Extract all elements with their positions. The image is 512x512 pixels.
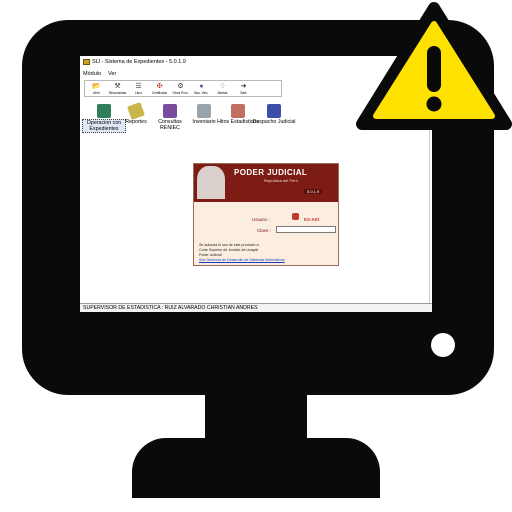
toolbar: 📂 Abrir ⚒ Reconsultas ☰ Libro ✠ Certific… bbox=[84, 80, 282, 97]
palace-of-justice-icon bbox=[197, 166, 225, 199]
monitor-stand-base bbox=[132, 438, 380, 498]
module-label: Inventario bbox=[192, 119, 216, 125]
toolbar-bus-vinc-button[interactable]: ● Bus. Vinc. bbox=[193, 83, 210, 95]
login-title: PODER JUDICIAL bbox=[234, 168, 308, 177]
inventario-icon bbox=[197, 104, 211, 118]
toolbar-abrir-button[interactable]: 📂 Abrir bbox=[88, 83, 105, 95]
power-indicator-icon bbox=[431, 333, 455, 357]
module-label: Despacho Judicial bbox=[252, 119, 296, 125]
toolbar-label: Certificado bbox=[151, 91, 168, 95]
warning-triangle-icon bbox=[356, 2, 512, 130]
expedientes-icon bbox=[97, 104, 111, 118]
toolbar-label: Salir bbox=[240, 91, 247, 95]
window-title: SIJ - Sistema de Expedientes - 5.0.1.9 bbox=[92, 59, 186, 65]
login-version: 5.0.1.9 bbox=[304, 189, 323, 194]
login-banner: PODER JUDICIAL República del Perú 5.0.1.… bbox=[194, 164, 338, 202]
login-dialog: PODER JUDICIAL República del Perú 5.0.1.… bbox=[193, 163, 339, 266]
certificate-icon: ✠ bbox=[156, 83, 163, 90]
toolbar-label: Alertas bbox=[217, 91, 228, 95]
bell-icon: ♢ bbox=[219, 83, 226, 90]
despacho-icon bbox=[267, 104, 281, 118]
exit-icon: ➜ bbox=[240, 83, 247, 90]
usuario-value[interactable]: ES-AIO bbox=[304, 217, 320, 222]
book-icon: ☰ bbox=[135, 83, 142, 90]
toolbar-reconsultas-button[interactable]: ⚒ Reconsultas bbox=[108, 83, 127, 95]
toolbar-label: Abrir bbox=[93, 91, 100, 95]
toolbar-label: Libro bbox=[134, 91, 143, 95]
monitor-stand-neck bbox=[205, 390, 307, 442]
clave-label: Clave : bbox=[257, 228, 272, 233]
process-icon: ⚙ bbox=[177, 83, 184, 90]
hitos-icon bbox=[231, 104, 245, 118]
module-launcher: Operacion con Expedientes Reportes Consu… bbox=[82, 102, 322, 138]
developer-link[interactable]: Sub Gerencia de Desarrollo de Sistemas I… bbox=[199, 258, 285, 263]
toolbar-salir-button[interactable]: ➜ Salir bbox=[235, 83, 252, 95]
status-bar: SUPERVISOR DE ESTADISTICA : RUIZ ALVARAD… bbox=[80, 303, 432, 312]
password-field[interactable] bbox=[276, 226, 336, 233]
module-label: Reportes bbox=[125, 119, 147, 125]
toolbar-alertas-button[interactable]: ♢ Alertas bbox=[214, 83, 231, 95]
toolbar-certificado-button[interactable]: ✠ Certificado bbox=[151, 83, 168, 95]
app-icon bbox=[83, 59, 90, 65]
reniec-icon bbox=[163, 104, 177, 118]
reportes-icon bbox=[127, 102, 145, 120]
module-despacho-judicial[interactable]: Despacho Judicial bbox=[252, 104, 296, 125]
login-subtitle: República del Perú bbox=[264, 178, 298, 183]
toolbar-label: Bus. Vinc. bbox=[194, 91, 209, 95]
toolbar-label: Otros Proc. bbox=[172, 91, 189, 95]
menu-item-ver[interactable]: Ver bbox=[108, 70, 116, 79]
crest-icon bbox=[292, 213, 299, 220]
gavel-icon: ⚒ bbox=[114, 83, 121, 90]
toolbar-otros-proc-button[interactable]: ⚙ Otros Proc. bbox=[172, 83, 189, 95]
menu-item-modulo[interactable]: Módulo bbox=[83, 70, 101, 79]
license-notice: Se autoriza el uso de este producto a: C… bbox=[199, 243, 285, 263]
toolbar-libro-button[interactable]: ☰ Libro bbox=[130, 83, 147, 95]
folder-open-icon: 📂 bbox=[92, 83, 101, 90]
toolbar-label: Reconsultas bbox=[108, 91, 127, 95]
link-search-icon: ● bbox=[199, 83, 204, 90]
usuario-label: Usuario : bbox=[252, 217, 271, 222]
